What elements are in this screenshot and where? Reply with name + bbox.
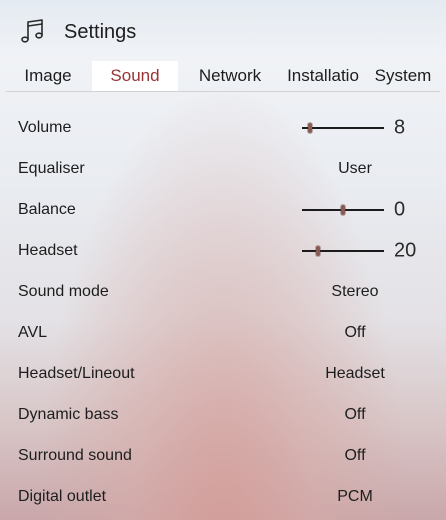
dynamic-bass-value: Off bbox=[344, 405, 366, 423]
setting-row-dynamic-bass[interactable]: Dynamic bass Off bbox=[0, 394, 446, 435]
balance-slider-knob[interactable] bbox=[341, 204, 345, 215]
setting-label-dynamic-bass: Dynamic bass bbox=[18, 405, 119, 423]
volume-value: 8 bbox=[394, 116, 406, 138]
setting-row-digital-outlet[interactable]: Digital outlet PCM bbox=[0, 476, 446, 517]
setting-row-volume[interactable]: Volume 8 bbox=[0, 107, 446, 148]
headset-slider[interactable] bbox=[302, 243, 384, 259]
tab-system[interactable]: System bbox=[366, 61, 440, 91]
volume-slider-knob[interactable] bbox=[308, 122, 313, 133]
setting-row-equaliser[interactable]: Equaliser User bbox=[0, 148, 446, 189]
avl-value: Off bbox=[344, 323, 366, 341]
headset-lineout-value: Headset bbox=[325, 364, 385, 382]
settings-header: Settings bbox=[0, 0, 446, 60]
setting-label-sound-mode: Sound mode bbox=[18, 282, 109, 300]
setting-label-equaliser: Equaliser bbox=[18, 159, 85, 177]
setting-label-avl: AVL bbox=[18, 323, 48, 341]
setting-label-volume: Volume bbox=[18, 118, 72, 136]
tab-network[interactable]: Network bbox=[186, 61, 274, 91]
page-title: Settings bbox=[64, 21, 137, 43]
setting-row-balance[interactable]: Balance 0 bbox=[0, 189, 446, 230]
setting-row-headset-lineout[interactable]: Headset/Lineout Headset bbox=[0, 353, 446, 394]
setting-label-digital-outlet: Digital outlet bbox=[18, 487, 107, 505]
sound-mode-value: Stereo bbox=[331, 282, 379, 300]
volume-slider[interactable] bbox=[302, 120, 384, 136]
tab-image[interactable]: Image bbox=[6, 61, 90, 91]
setting-label-balance: Balance bbox=[18, 200, 76, 218]
headset-value: 20 bbox=[394, 239, 417, 261]
balance-value: 0 bbox=[394, 198, 406, 220]
setting-label-surround-sound: Surround sound bbox=[18, 446, 132, 464]
setting-label-headset: Headset bbox=[18, 241, 78, 259]
settings-tabs: Image Sound Network Installatio System bbox=[6, 61, 440, 92]
music-note-icon bbox=[21, 19, 43, 43]
setting-row-surround-sound[interactable]: Surround sound Off bbox=[0, 435, 446, 476]
setting-row-headset[interactable]: Headset 20 bbox=[0, 230, 446, 271]
tab-sound[interactable]: Sound bbox=[92, 61, 178, 91]
surround-sound-value: Off bbox=[344, 446, 366, 464]
headset-slider-track bbox=[302, 249, 384, 252]
equaliser-value: User bbox=[338, 159, 372, 177]
tab-installation[interactable]: Installatio bbox=[282, 61, 364, 91]
setting-row-sound-mode[interactable]: Sound mode Stereo bbox=[0, 271, 446, 312]
balance-slider[interactable] bbox=[302, 202, 384, 218]
setting-label-headset-lineout: Headset/Lineout bbox=[18, 364, 135, 382]
setting-row-avl[interactable]: AVL Off bbox=[0, 312, 446, 353]
volume-slider-track bbox=[302, 126, 384, 129]
headset-slider-knob[interactable] bbox=[316, 245, 321, 256]
digital-outlet-value: PCM bbox=[337, 487, 373, 505]
